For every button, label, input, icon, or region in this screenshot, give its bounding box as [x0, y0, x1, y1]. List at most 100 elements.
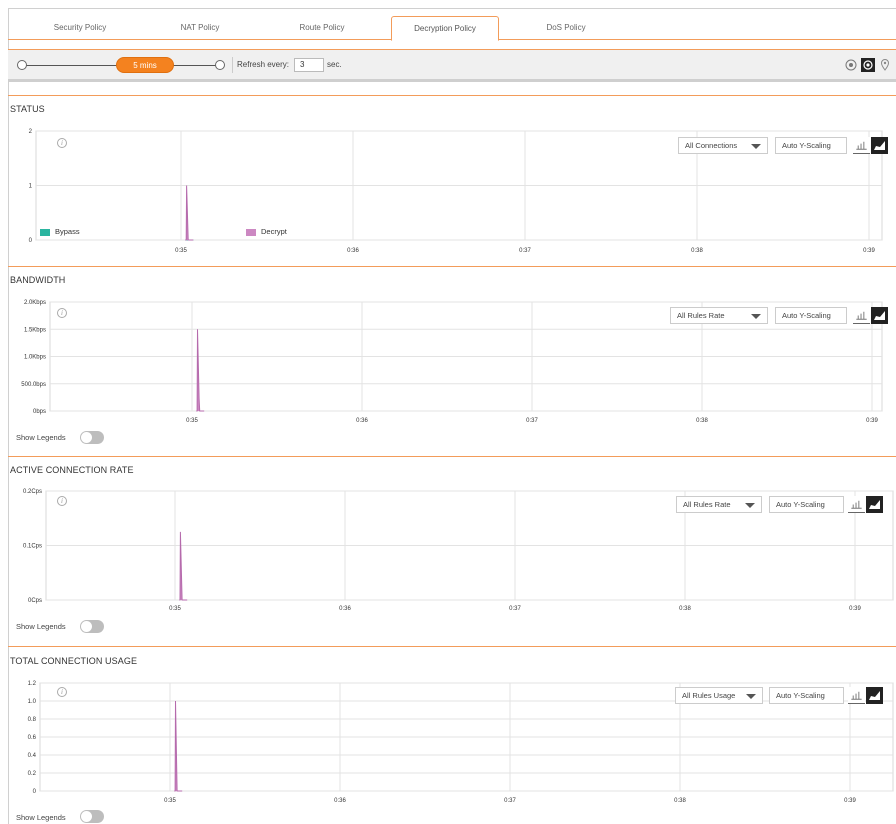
dropdown-label: All Rules Usage	[682, 691, 736, 700]
total-connection-usage-chart: 0 0.2 0.4 0.6 0.8 1.0 1.2 0:35 0:36 0:37 0:38 0:39 …	[0, 675, 896, 805]
bandwidth-chart: 0bps 500.0bps 1.0Kbps 1.5Kbps 2.0Kbps 0:35 0:3…	[0, 294, 896, 424]
bandwidth-show-legends-label: Show Legends	[16, 433, 66, 442]
pin-icon[interactable]	[878, 58, 892, 72]
y-tick-label: 0.1Cps	[23, 544, 42, 550]
x-tick-label: 0:39	[849, 606, 861, 612]
circle-target-icon[interactable]	[844, 58, 858, 72]
y-tick-label: 0.4	[28, 753, 37, 759]
active-rate-title: ACTIVE CONNECTION RATE	[10, 465, 134, 475]
frame-top-border	[8, 8, 896, 9]
x-tick-label: 0:39	[863, 248, 875, 254]
y-tick-label: 0Cps	[28, 598, 42, 604]
chevron-down-icon	[746, 694, 756, 699]
tab-dos-policy[interactable]: DoS Policy	[514, 16, 618, 40]
bandwidth-rules-dropdown[interactable]: All Rules Rate	[670, 307, 768, 324]
total-usage-y-scaling-button[interactable]: Auto Y-Scaling	[769, 687, 844, 704]
x-tick-label: 0:36	[334, 798, 346, 804]
radio-selected-icon[interactable]	[861, 58, 875, 72]
x-tick-label: 0:35	[169, 606, 181, 612]
toggle-knob	[81, 621, 92, 632]
line-chart-icon[interactable]	[848, 687, 865, 704]
y-tick-label: 2	[29, 129, 33, 135]
x-tick-label: 0:35	[164, 798, 176, 804]
total-usage-rules-dropdown[interactable]: All Rules Usage	[675, 687, 763, 704]
active-connection-rate-chart: 0Cps 0.1Cps 0.2Cps 0:35 0:36 0:37 0:38 0:39 i A…	[0, 484, 896, 614]
dropdown-label: All Connections	[685, 141, 738, 150]
bandwidth-divider	[8, 266, 896, 267]
y-tick-label: 0.2Cps	[23, 489, 42, 495]
y-tick-label: 0.6	[28, 735, 37, 741]
tab-decryption-policy[interactable]: Decryption Policy	[391, 16, 499, 41]
toggle-knob	[81, 432, 92, 443]
y-tick-label: 0	[33, 789, 37, 795]
status-connections-dropdown[interactable]: All Connections	[678, 137, 768, 154]
slider-end-handle[interactable]	[215, 60, 225, 70]
status-y-scaling-button[interactable]: Auto Y-Scaling	[775, 137, 847, 154]
x-tick-label: 0:38	[679, 606, 691, 612]
chart-toolbar: 5 mins Refresh every: 3 sec.	[8, 49, 896, 79]
total-usage-show-legends-toggle[interactable]	[80, 810, 104, 823]
x-tick-label: 0:38	[674, 798, 686, 804]
y-tick-label: 1.2	[28, 681, 37, 687]
legend-swatch-decrypt	[246, 228, 256, 236]
toolbar-divider	[232, 57, 233, 73]
slider-start-handle[interactable]	[17, 60, 27, 70]
area-chart-icon[interactable]	[866, 496, 883, 513]
status-divider	[8, 95, 896, 96]
x-tick-label: 0:39	[866, 418, 878, 424]
bandwidth-y-scaling-button[interactable]: Auto Y-Scaling	[775, 307, 847, 324]
active-rate-rules-dropdown[interactable]: All Rules Rate	[676, 496, 762, 513]
x-tick-label: 0:38	[691, 248, 703, 254]
tab-security-policy[interactable]: Security Policy	[28, 16, 132, 40]
info-icon[interactable]: i	[57, 308, 67, 318]
total-usage-show-legends-label: Show Legends	[16, 813, 66, 822]
x-tick-label: 0:36	[356, 418, 368, 424]
tab-nat-policy[interactable]: NAT Policy	[148, 16, 252, 40]
refresh-interval-input[interactable]: 3	[294, 58, 324, 72]
line-chart-icon[interactable]	[853, 307, 870, 324]
info-icon[interactable]: i	[57, 138, 67, 148]
active-rate-show-legends-label: Show Legends	[16, 622, 66, 631]
info-icon[interactable]: i	[57, 496, 67, 506]
tab-route-policy[interactable]: Route Policy	[270, 16, 374, 40]
y-tick-label: 1.5Kbps	[24, 327, 46, 333]
toggle-knob	[81, 811, 92, 822]
time-range-thumb[interactable]: 5 mins	[116, 57, 174, 73]
area-chart-icon[interactable]	[871, 307, 888, 324]
x-tick-label: 0:38	[696, 418, 708, 424]
y-tick-label: 0bps	[33, 409, 46, 415]
x-tick-label: 0:36	[339, 606, 351, 612]
bandwidth-show-legends-toggle[interactable]	[80, 431, 104, 444]
active-rate-show-legends-toggle[interactable]	[80, 620, 104, 633]
refresh-unit-label: sec.	[327, 60, 342, 69]
toolbar-bottom-bar	[8, 79, 896, 82]
x-tick-label: 0:37	[504, 798, 516, 804]
area-chart-icon[interactable]	[871, 137, 888, 154]
refresh-label: Refresh every:	[237, 60, 290, 69]
x-tick-label: 0:37	[519, 248, 531, 254]
active-rate-y-scaling-button[interactable]: Auto Y-Scaling	[769, 496, 844, 513]
y-tick-label: 0.8	[28, 717, 37, 723]
bandwidth-title: BANDWIDTH	[10, 275, 66, 285]
dropdown-label: All Rules Rate	[677, 311, 725, 320]
legend-item-decrypt[interactable]: Decrypt	[246, 227, 287, 236]
x-tick-label: 0:35	[186, 418, 198, 424]
x-tick-label: 0:37	[526, 418, 538, 424]
line-chart-icon[interactable]	[853, 137, 870, 154]
x-tick-label: 0:36	[347, 248, 359, 254]
legend-label-bypass: Bypass	[55, 227, 80, 236]
dropdown-label: All Rules Rate	[683, 500, 731, 509]
y-tick-label: 500.0bps	[21, 382, 46, 388]
y-tick-label: 2.0Kbps	[24, 300, 46, 306]
status-title: STATUS	[10, 104, 45, 114]
chevron-down-icon	[745, 503, 755, 508]
area-chart-icon[interactable]	[866, 687, 883, 704]
legend-item-bypass[interactable]: Bypass	[40, 227, 80, 236]
y-tick-label: 0.2	[28, 771, 37, 777]
y-tick-label: 1.0Kbps	[24, 355, 46, 361]
legend-swatch-bypass	[40, 228, 50, 236]
line-chart-icon[interactable]	[848, 496, 865, 513]
status-chart: 0 1 2 0:35 0:36 0:37 0:38 0:39 i All Connection…	[0, 124, 896, 264]
info-icon[interactable]: i	[57, 687, 67, 697]
y-tick-label: 0	[29, 238, 33, 244]
